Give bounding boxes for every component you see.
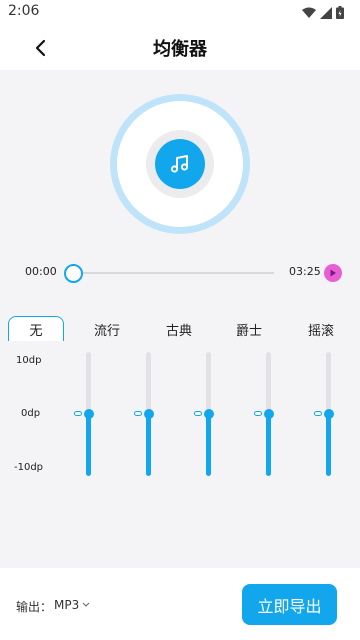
disc-label [155,139,205,189]
zero-marker-icon [314,411,322,416]
play-icon [330,269,336,277]
eq-band-slider[interactable] [260,352,278,478]
eq-band-slider[interactable] [320,352,338,478]
slider-knob[interactable] [324,409,334,419]
zero-marker-icon [74,411,82,416]
tab-none[interactable]: 无 [8,316,64,342]
page-title: 均衡器 [153,39,207,60]
slider-fill [206,414,211,476]
music-note-icon [170,155,189,173]
slider-knob[interactable] [264,409,274,419]
status-icons [302,6,344,19]
tab-jazz[interactable]: 爵士 [228,316,270,342]
slider-fill [86,414,91,476]
zero-marker-icon [134,411,142,416]
current-time: 00:00 [25,265,57,278]
seek-thumb[interactable] [64,264,83,283]
slider-fill [146,414,151,476]
tab-rock[interactable]: 摇滚 [300,316,342,342]
scale-label-top: 10dp [16,355,42,366]
wifi-icon [302,7,316,18]
status-time: 2:06 [8,3,40,19]
zero-marker-icon [254,411,262,416]
status-bar: 2:06 [0,0,360,24]
equalizer-panel [0,341,360,567]
eq-band-slider[interactable] [140,352,158,478]
bottom-bar: 输出： MP3 立即导出 [0,568,360,640]
output-label: 输出： [16,600,53,614]
preset-tabs: 无 流行 古典 爵士 摇滚 [0,316,360,342]
seek-bar[interactable] [70,272,274,274]
app-bar: 均衡器 [0,24,360,70]
export-button[interactable]: 立即导出 [242,584,337,625]
tab-classical[interactable]: 古典 [158,316,200,342]
total-time: 03:25 [289,265,321,278]
scale-label-bottom: -10dp [14,462,44,473]
music-disc [110,94,250,234]
chevron-down-icon [82,602,90,607]
output-format-value: MP3 [54,598,80,612]
eq-band-slider[interactable] [80,352,98,478]
eq-band-slider[interactable] [200,352,218,478]
slider-knob[interactable] [144,409,154,419]
slider-knob[interactable] [204,409,214,419]
slider-fill [266,414,271,476]
scale-label-mid: 0dp [21,408,41,419]
battery-icon [336,6,344,19]
disc-center [146,130,214,198]
tab-pop[interactable]: 流行 [86,316,128,342]
zero-marker-icon [194,411,202,416]
slider-fill [326,414,331,476]
output-format-select[interactable]: MP3 [54,598,90,612]
slider-knob[interactable] [84,409,94,419]
disc-face [117,101,243,227]
play-button[interactable] [324,264,342,282]
signal-icon [320,6,332,19]
